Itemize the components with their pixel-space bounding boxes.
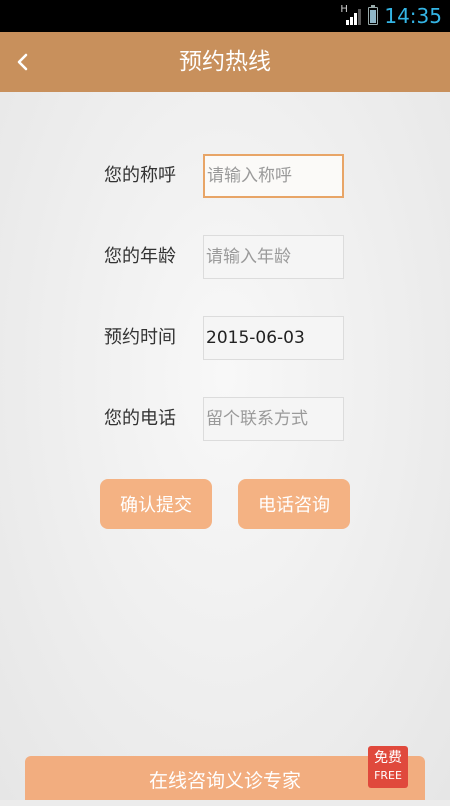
chevron-left-icon <box>17 53 28 71</box>
title-bar: 预约热线 <box>0 32 450 92</box>
age-input[interactable] <box>203 235 344 279</box>
network-indicator: H <box>340 5 362 27</box>
form-row-age: 您的年龄 <box>0 235 450 279</box>
phone-consult-button[interactable]: 电话咨询 <box>238 479 350 529</box>
signal-icon <box>346 9 362 25</box>
status-icons: H 14:35 <box>340 0 442 32</box>
page-title: 预约热线 <box>179 49 271 75</box>
form-area: 您的称呼 您的年龄 预约时间 您的电话 确认提交 电话咨询 在线咨询义诊专家 免… <box>0 92 450 800</box>
back-button[interactable] <box>0 32 44 92</box>
free-badge-label-cn: 免费 <box>374 750 402 766</box>
form-row-phone: 您的电话 <box>0 397 450 441</box>
phone-input[interactable] <box>203 397 344 441</box>
age-label: 您的年龄 <box>104 246 176 267</box>
status-time: 14:35 <box>384 4 442 28</box>
name-input[interactable] <box>203 154 344 198</box>
name-label: 您的称呼 <box>104 165 176 186</box>
submit-button[interactable]: 确认提交 <box>100 479 212 529</box>
status-bar: H 14:35 <box>0 0 450 32</box>
time-label: 预约时间 <box>104 327 176 348</box>
online-consult-button[interactable]: 在线咨询义诊专家 <box>25 756 425 800</box>
battery-icon <box>368 5 379 25</box>
free-badge-label-en: FREE <box>374 769 402 782</box>
appointment-date-input[interactable] <box>203 316 344 360</box>
phone-label: 您的电话 <box>104 408 176 429</box>
form-row-time: 预约时间 <box>0 316 450 360</box>
form-row-name: 您的称呼 <box>0 154 450 198</box>
free-badge: 免费 FREE <box>368 746 408 788</box>
